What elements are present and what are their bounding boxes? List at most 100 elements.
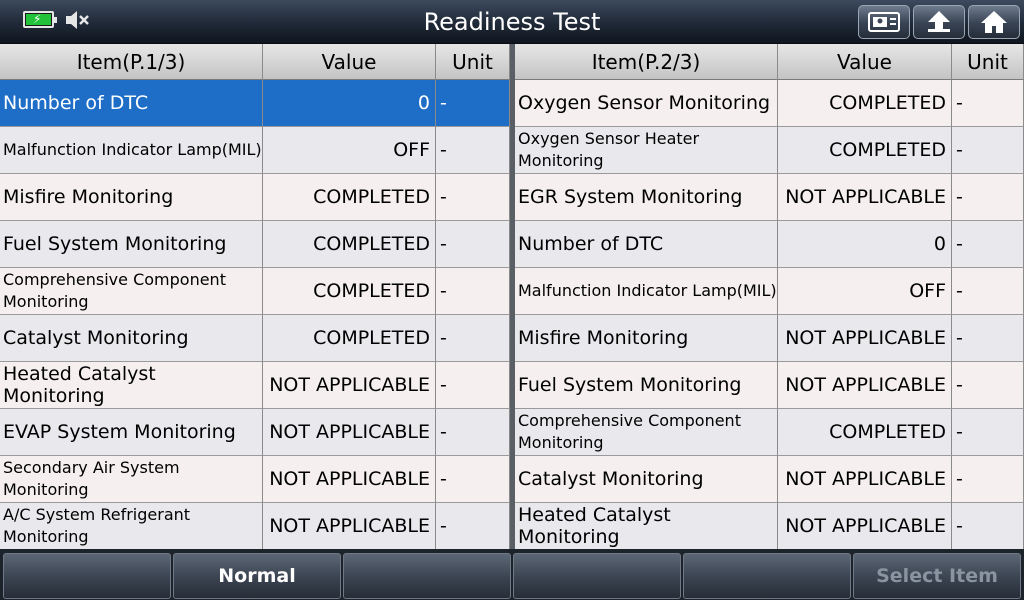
title-bar: ⚡ Readiness Test (0, 0, 1024, 44)
header-item: Item(P.2/3) (515, 44, 778, 80)
table-row[interactable]: Catalyst Monitoring NOT APPLICABLE - (515, 456, 1024, 503)
back-icon (928, 11, 950, 32)
row-item: Secondary Air System Monitoring (0, 456, 263, 503)
row-unit: - (436, 456, 510, 503)
row-unit: - (436, 127, 510, 174)
row-item: EGR System Monitoring (515, 174, 778, 221)
row-value: 0 (778, 221, 952, 268)
header-unit: Unit (952, 44, 1024, 80)
select-item-button[interactable]: Select Item (853, 553, 1021, 599)
row-value: 0 (263, 80, 436, 127)
row-unit: - (952, 268, 1024, 315)
row-item: Heated Catalyst Monitoring (515, 503, 778, 550)
row-value: NOT APPLICABLE (263, 503, 436, 550)
row-unit: - (436, 315, 510, 362)
table-header: Item(P.1/3) Value Unit (0, 44, 510, 80)
row-value: COMPLETED (263, 221, 436, 268)
footer-button-4[interactable] (513, 553, 681, 599)
row-value: NOT APPLICABLE (263, 456, 436, 503)
table-header: Item(P.2/3) Value Unit (515, 44, 1024, 80)
row-unit: - (436, 174, 510, 221)
row-value: NOT APPLICABLE (778, 174, 952, 221)
footer-button-5[interactable] (683, 553, 851, 599)
footer-button-1[interactable] (3, 553, 171, 599)
header-value: Value (263, 44, 436, 80)
row-value: COMPLETED (778, 409, 952, 456)
row-unit: - (436, 268, 510, 315)
table-row[interactable]: EGR System Monitoring NOT APPLICABLE - (515, 174, 1024, 221)
row-value: COMPLETED (263, 174, 436, 221)
right-table: Item(P.2/3) Value Unit Oxygen Sensor Monito… (515, 44, 1024, 550)
table-row[interactable]: Catalyst Monitoring COMPLETED - (0, 315, 510, 362)
row-value: NOT APPLICABLE (263, 409, 436, 456)
row-item: Number of DTC (0, 80, 263, 127)
normal-button[interactable]: Normal (173, 553, 341, 599)
back-button[interactable] (913, 5, 965, 39)
header-item: Item(P.1/3) (0, 44, 263, 80)
table-row[interactable]: Oxygen Sensor Monitoring COMPLETED - (515, 80, 1024, 127)
row-unit: - (436, 409, 510, 456)
row-item: Catalyst Monitoring (0, 315, 263, 362)
table-row[interactable]: Misfire Monitoring COMPLETED - (0, 174, 510, 221)
row-item: Fuel System Monitoring (515, 362, 778, 409)
header-value: Value (778, 44, 952, 80)
report-button[interactable] (858, 5, 910, 39)
table-row[interactable]: Number of DTC 0- (0, 80, 510, 127)
table-row[interactable]: Comprehensive Component Monitoring COMPLE… (515, 409, 1024, 456)
row-item: Catalyst Monitoring (515, 456, 778, 503)
row-value: OFF (263, 127, 436, 174)
row-item: Fuel System Monitoring (0, 221, 263, 268)
row-unit: - (952, 456, 1024, 503)
footer-button-3[interactable] (343, 553, 511, 599)
row-value: NOT APPLICABLE (778, 456, 952, 503)
row-unit: - (436, 80, 510, 127)
row-unit: - (952, 221, 1024, 268)
row-item: Comprehensive Component Monitoring (515, 409, 778, 456)
table-row[interactable]: Heated Catalyst Monitoring NOT APPLICABLE… (515, 503, 1024, 550)
table-row[interactable]: Malfunction Indicator Lamp(MIL) OFF - (515, 268, 1024, 315)
table-row[interactable]: Misfire Monitoring NOT APPLICABLE - (515, 315, 1024, 362)
row-item: Misfire Monitoring (515, 315, 778, 362)
table-row[interactable]: Malfunction Indicator Lamp(MIL) OFF - (0, 127, 510, 174)
table-row[interactable]: Fuel System Monitoring COMPLETED - (0, 221, 510, 268)
row-unit: - (436, 221, 510, 268)
row-value: NOT APPLICABLE (778, 503, 952, 550)
row-unit: - (952, 80, 1024, 127)
row-value: NOT APPLICABLE (778, 315, 952, 362)
home-icon (981, 11, 1007, 33)
row-value: COMPLETED (263, 315, 436, 362)
row-item: EVAP System Monitoring (0, 409, 263, 456)
table-row[interactable]: Heated Catalyst Monitoring NOT APPLICABLE… (0, 362, 510, 409)
table-row[interactable]: Comprehensive Component Monitoring COMPLE… (0, 268, 510, 315)
row-item: Heated Catalyst Monitoring (0, 362, 263, 409)
table-row[interactable]: A/C System Refrigerant Monitoring NOT APP… (0, 503, 510, 550)
row-item: Malfunction Indicator Lamp(MIL) (0, 127, 263, 174)
row-item: Misfire Monitoring (0, 174, 263, 221)
row-value: NOT APPLICABLE (778, 362, 952, 409)
row-value: COMPLETED (778, 80, 952, 127)
row-unit: - (952, 315, 1024, 362)
row-unit: - (952, 127, 1024, 174)
report-icon (868, 12, 900, 32)
row-unit: - (952, 503, 1024, 550)
table-row[interactable]: EVAP System Monitoring NOT APPLICABLE - (0, 409, 510, 456)
home-button[interactable] (968, 5, 1020, 39)
row-unit: - (952, 362, 1024, 409)
row-value: OFF (778, 268, 952, 315)
row-item: Comprehensive Component Monitoring (0, 268, 263, 315)
row-value: NOT APPLICABLE (263, 362, 436, 409)
row-item: Malfunction Indicator Lamp(MIL) (515, 268, 778, 315)
header-unit: Unit (436, 44, 510, 80)
table-row[interactable]: Oxygen Sensor Heater Monitoring COMPLETED… (515, 127, 1024, 174)
row-unit: - (436, 503, 510, 550)
row-unit: - (952, 409, 1024, 456)
table-row[interactable]: Number of DTC 0- (515, 221, 1024, 268)
row-item: Oxygen Sensor Monitoring (515, 80, 778, 127)
table-row[interactable]: Secondary Air System Monitoring NOT APPLI… (0, 456, 510, 503)
row-item: Number of DTC (515, 221, 778, 268)
row-item: A/C System Refrigerant Monitoring (0, 503, 263, 550)
table-row[interactable]: Fuel System Monitoring NOT APPLICABLE - (515, 362, 1024, 409)
row-value: COMPLETED (263, 268, 436, 315)
row-unit: - (952, 174, 1024, 221)
footer-toolbar: Normal Select Item (0, 549, 1024, 600)
